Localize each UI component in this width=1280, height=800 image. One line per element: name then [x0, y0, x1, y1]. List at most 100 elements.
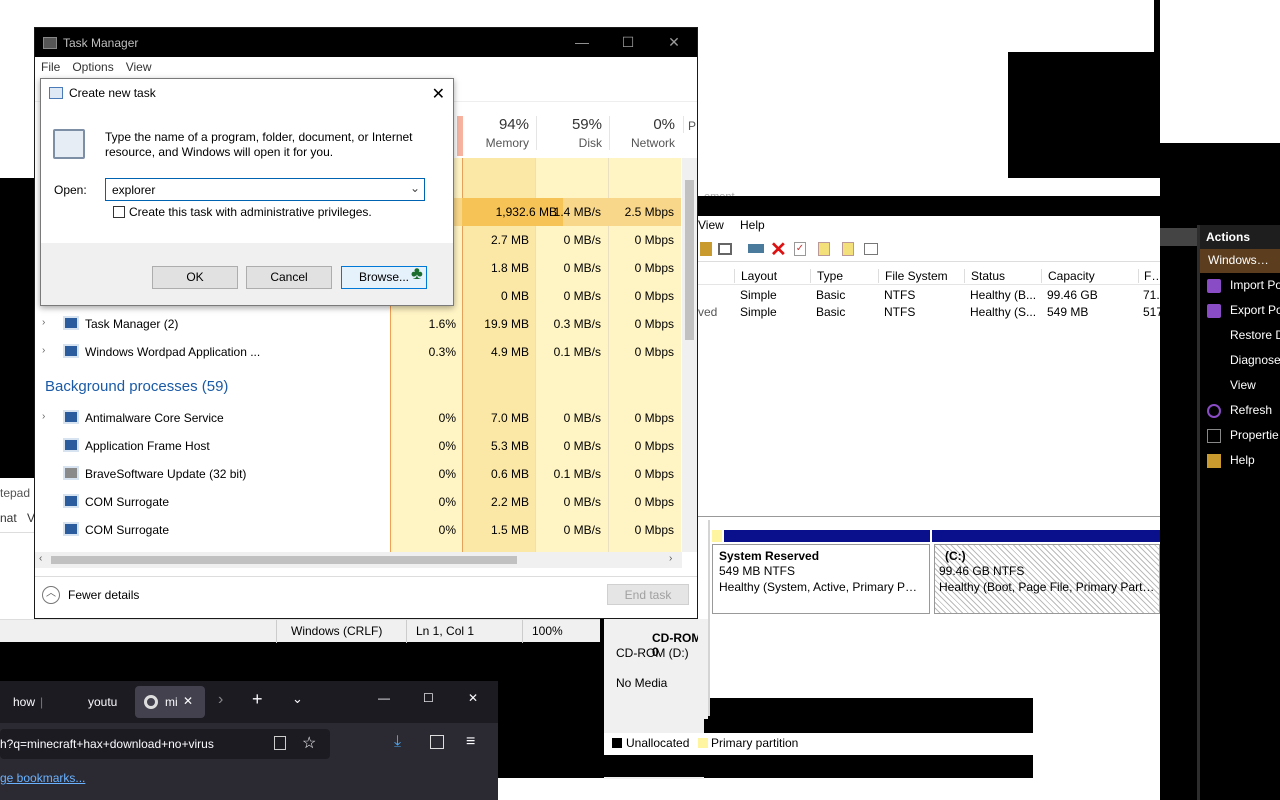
- new-folder-icon[interactable]: [818, 242, 830, 256]
- col-file-system[interactable]: File System: [878, 269, 964, 283]
- notepad-menu-format[interactable]: nat: [0, 511, 17, 525]
- url-text[interactable]: h?q=minecraft+hax+download+no+virus: [0, 737, 260, 751]
- process-row[interactable]: › Task Manager (2) 1.6% 19.9 MB 0.3 MB/s…: [35, 310, 681, 338]
- scroll-left-icon[interactable]: ‹: [39, 553, 42, 564]
- minimize-icon[interactable]: —: [559, 34, 605, 51]
- tab-youtube[interactable]: youtu: [88, 695, 117, 709]
- vertical-scrollbar[interactable]: [682, 158, 697, 552]
- ok-button[interactable]: OK: [152, 266, 238, 289]
- horizontal-scrollbar[interactable]: ‹ ›: [35, 552, 682, 568]
- close-icon[interactable]: ✕: [432, 84, 445, 104]
- chevron-right-icon[interactable]: ›: [218, 691, 223, 709]
- actions-selected-item[interactable]: Windows Defe: [1200, 249, 1280, 273]
- col-status[interactable]: Status: [964, 269, 1040, 283]
- col-network[interactable]: 0% Network: [609, 116, 675, 150]
- action-import[interactable]: Import Po: [1200, 273, 1280, 298]
- menu-file[interactable]: File: [41, 60, 60, 74]
- minimize-icon[interactable]: —: [378, 691, 390, 705]
- tab-list-icon[interactable]: ⌄: [292, 691, 303, 707]
- cell-memory: 0 MB: [500, 289, 529, 303]
- cell-disk: 0.1 MB/s: [553, 467, 601, 481]
- action-help[interactable]: Help: [1200, 448, 1280, 473]
- end-task-button[interactable]: End task: [607, 584, 689, 605]
- action-refresh[interactable]: Refresh: [1200, 398, 1280, 423]
- cell-disk: 0 MB/s: [563, 411, 601, 425]
- properties-icon[interactable]: [864, 243, 878, 255]
- scroll-right-icon[interactable]: ›: [669, 553, 672, 564]
- maximize-icon[interactable]: ☐: [423, 691, 434, 705]
- process-row[interactable]: BraveSoftware Update (32 bit) 0% 0.6 MB …: [35, 460, 681, 488]
- extensions-icon[interactable]: [430, 735, 444, 749]
- tab-label: mi: [165, 695, 178, 709]
- help-book-icon[interactable]: [700, 242, 712, 256]
- volume-name: ved: [698, 305, 718, 319]
- process-row[interactable]: Application Frame Host 0% 5.3 MB 0 MB/s …: [35, 432, 681, 460]
- col-power[interactable]: P: [683, 116, 696, 133]
- cell-disk: 0 MB/s: [563, 261, 601, 275]
- cancel-button[interactable]: Cancel: [246, 266, 332, 289]
- collapse-chevron-icon[interactable]: ︿: [42, 586, 60, 604]
- scrollbar-thumb[interactable]: [51, 556, 517, 564]
- bookmark-star-icon[interactable]: ☆: [302, 733, 316, 753]
- cell-cpu: 0%: [438, 439, 456, 453]
- volume-fs: NTFS: [884, 288, 916, 302]
- reader-view-icon[interactable]: [274, 736, 286, 750]
- menu-view[interactable]: View: [126, 60, 152, 74]
- tab-active[interactable]: mi ✕: [135, 686, 205, 718]
- volume-row[interactable]: ved Simple Basic NTFS Healthy (S... 549 …: [698, 304, 1163, 321]
- chevron-down-icon[interactable]: ⌄: [410, 181, 420, 195]
- action-restore[interactable]: Restore D: [1200, 323, 1280, 348]
- manage-bookmarks-link[interactable]: ge bookmarks...: [0, 771, 85, 785]
- action-diagnose[interactable]: Diagnose: [1200, 348, 1280, 373]
- new-tab-icon[interactable]: +: [252, 689, 263, 710]
- action-view[interactable]: View: [1200, 373, 1280, 398]
- expand-chevron-icon[interactable]: ›: [42, 411, 45, 422]
- downloads-icon[interactable]: ⤓: [394, 733, 401, 751]
- expand-chevron-icon[interactable]: ›: [42, 345, 45, 356]
- delete-icon[interactable]: ✕: [770, 237, 787, 262]
- properties-icon: [1207, 429, 1221, 443]
- menu-hamburger-icon[interactable]: ≡: [466, 733, 475, 751]
- background-processes-heading[interactable]: Background processes (59): [45, 378, 228, 395]
- dm-menu-help[interactable]: Help: [740, 218, 765, 232]
- partition-c-drive[interactable]: (C:) 99.46 GB NTFS Healthy (Boot, Page F…: [934, 544, 1160, 614]
- open-combobox[interactable]: explorer ⌄: [105, 178, 425, 201]
- open-input-value[interactable]: explorer: [112, 183, 155, 197]
- search-folder-icon[interactable]: [842, 242, 854, 256]
- col-disk[interactable]: 59% Disk: [536, 116, 602, 150]
- maximize-icon[interactable]: ☐: [605, 34, 651, 51]
- volume-row[interactable]: Simple Basic NTFS Healthy (B... 99.46 GB…: [698, 287, 1160, 304]
- close-icon[interactable]: ✕: [468, 691, 478, 705]
- process-row[interactable]: › Windows Wordpad Application ... 0.3% 4…: [35, 338, 681, 366]
- expand-chevron-icon[interactable]: ›: [42, 317, 45, 328]
- dm-menu-view[interactable]: View: [698, 218, 724, 232]
- cell-disk: 0.1 MB/s: [553, 345, 601, 359]
- disk-pct: 59%: [571, 116, 602, 133]
- close-icon[interactable]: ✕: [651, 34, 697, 51]
- scrollbar-thumb[interactable]: [685, 180, 694, 340]
- fewer-details-link[interactable]: Fewer details: [68, 588, 139, 602]
- col-type[interactable]: Type: [810, 269, 876, 283]
- check-icon[interactable]: ✓: [794, 242, 806, 256]
- partition-status: Healthy (System, Active, Primary Partiti: [719, 580, 928, 594]
- col-free[interactable]: Fre: [1138, 269, 1160, 283]
- browser-tabstrip: how | youtu mi ✕ › + ⌄ — ☐ ✕: [0, 681, 498, 723]
- tab-how[interactable]: how: [0, 695, 70, 709]
- process-row[interactable]: › Antimalware Core Service 0% 7.0 MB 0 M…: [35, 404, 681, 432]
- action-export[interactable]: Export Po: [1200, 298, 1280, 323]
- col-layout[interactable]: Layout: [734, 269, 808, 283]
- process-row[interactable]: COM Surrogate 0% 2.2 MB 0 MB/s 0 Mbps: [35, 488, 681, 516]
- col-memory[interactable]: 94% Memory: [463, 116, 529, 150]
- connect-icon[interactable]: [748, 244, 764, 253]
- partition-system-reserved[interactable]: System Reserved 549 MB NTFS Healthy (Sys…: [712, 544, 930, 614]
- process-name: Application Frame Host: [85, 439, 210, 453]
- cell-disk: 0 MB/s: [563, 439, 601, 453]
- menu-options[interactable]: Options: [72, 60, 113, 74]
- close-tab-icon[interactable]: ✕: [183, 694, 193, 708]
- col-capacity[interactable]: Capacity: [1041, 269, 1137, 283]
- admin-checkbox[interactable]: [113, 206, 125, 218]
- process-row[interactable]: COM Surrogate 0% 1.5 MB 0 MB/s 0 Mbps: [35, 516, 681, 544]
- console-icon[interactable]: [718, 243, 732, 255]
- url-bar[interactable]: h?q=minecraft+hax+download+no+virus ☆: [0, 729, 330, 759]
- action-properties[interactable]: Propertie: [1200, 423, 1280, 448]
